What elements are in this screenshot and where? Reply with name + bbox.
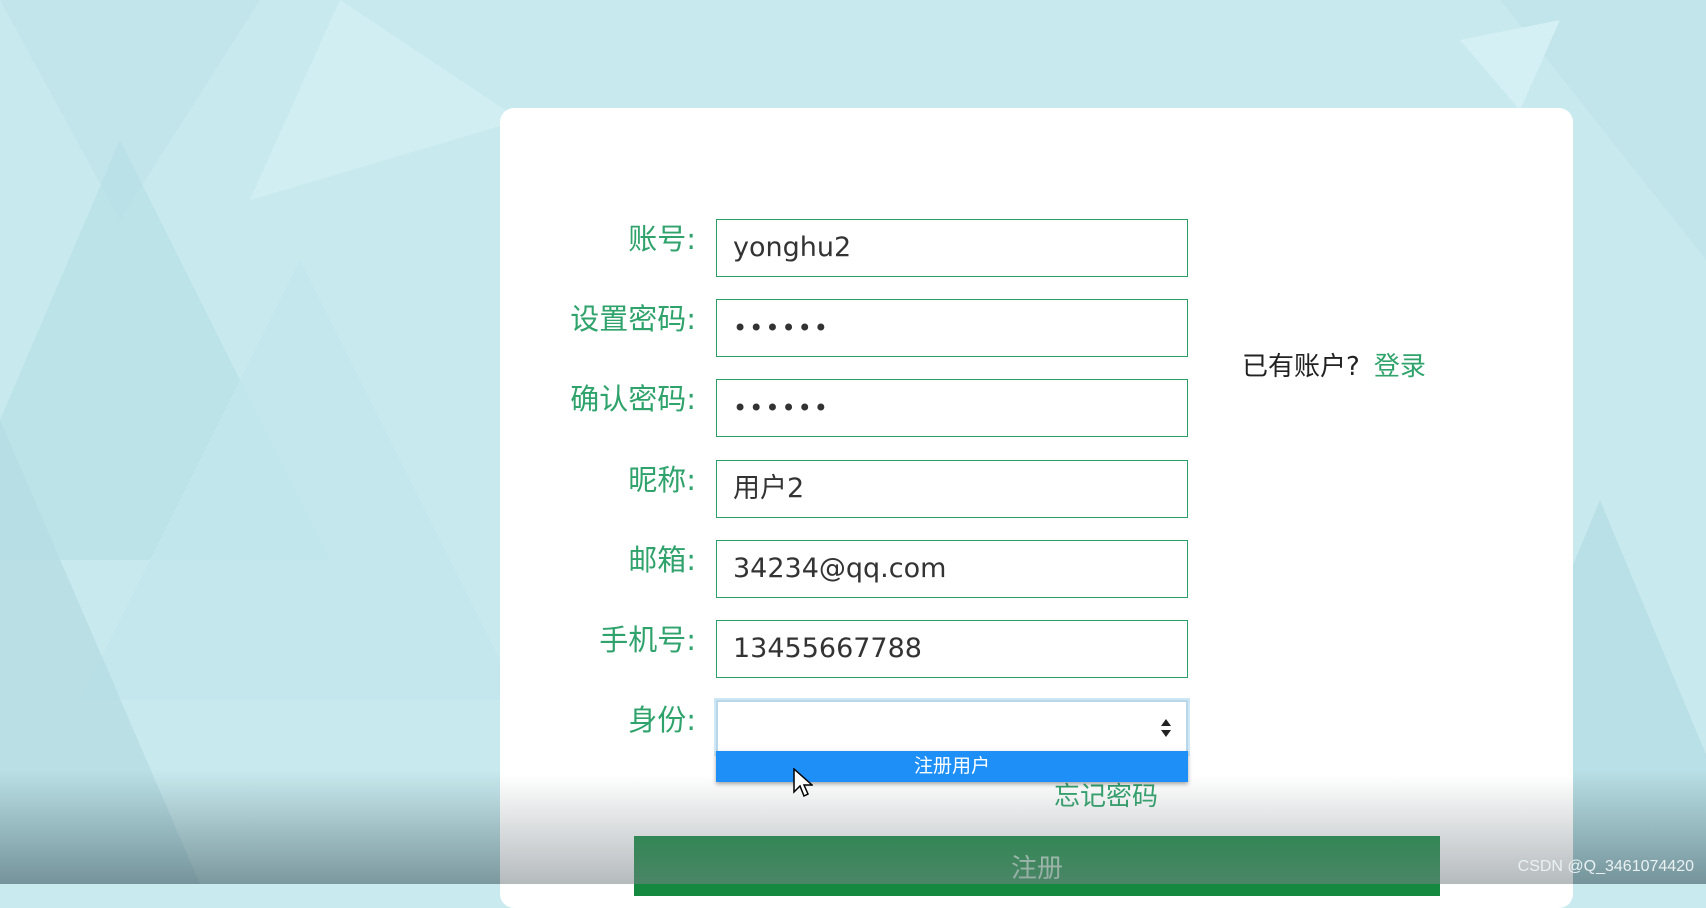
identity-select[interactable] (716, 700, 1188, 754)
mouse-cursor-icon (793, 768, 813, 798)
identity-label: 身份: (628, 703, 696, 737)
confirm-password-input[interactable]: •••••• (716, 379, 1188, 437)
login-hint-text: 已有账户? (1242, 352, 1360, 382)
nickname-row: 昵称: 用户2 (500, 460, 1573, 520)
email-input[interactable]: 34234@qq.com (716, 540, 1188, 598)
identity-option-registered-user[interactable]: 注册用户 (716, 751, 1188, 782)
nickname-label: 昵称: (628, 463, 696, 497)
email-row: 邮箱: 34234@qq.com (500, 540, 1573, 600)
phone-label: 手机号: (599, 623, 696, 657)
select-arrows-icon (1161, 719, 1171, 737)
register-card: 账号: yonghu2 设置密码: •••••• 确认密码: •••••• 昵称… (500, 108, 1573, 908)
nickname-input[interactable]: 用户2 (716, 460, 1188, 518)
password-label: 设置密码: (570, 302, 696, 336)
login-hint: 已有账户? 登录 (1242, 346, 1426, 383)
login-link[interactable]: 登录 (1374, 352, 1426, 382)
phone-input[interactable]: 13455667788 (716, 620, 1188, 678)
password-input[interactable]: •••••• (716, 299, 1188, 357)
account-input[interactable]: yonghu2 (716, 219, 1188, 277)
watermark: CSDN @Q_3461074420 (1517, 858, 1694, 875)
email-label: 邮箱: (628, 543, 696, 577)
account-label: 账号: (628, 222, 696, 256)
register-button[interactable]: 注册 (634, 836, 1440, 896)
confirm-password-label: 确认密码: (570, 382, 696, 416)
confirm-password-row: 确认密码: •••••• (500, 379, 1573, 439)
phone-row: 手机号: 13455667788 (500, 620, 1573, 680)
account-row: 账号: yonghu2 (500, 219, 1573, 279)
